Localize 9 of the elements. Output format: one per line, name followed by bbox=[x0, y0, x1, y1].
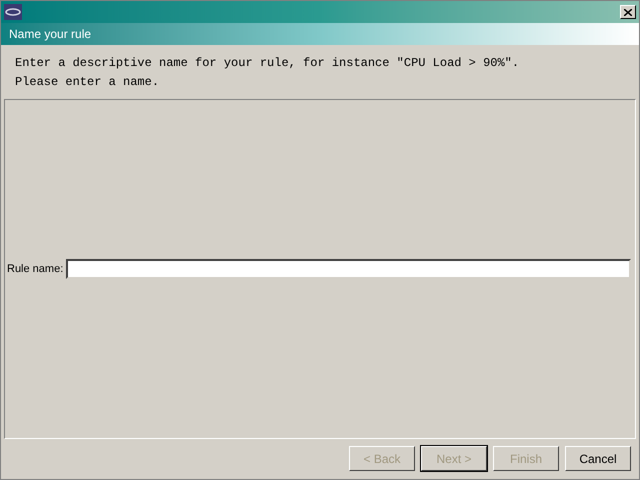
banner-title: Name your rule bbox=[9, 26, 92, 43]
close-button[interactable] bbox=[620, 5, 636, 19]
close-icon bbox=[624, 8, 632, 16]
description-text: Enter a descriptive name for your rule, for instance "CPU Load > 90%". bbox=[15, 55, 520, 72]
rule-name-label: Rule name: bbox=[7, 262, 64, 277]
description-text: Please enter a name. bbox=[15, 74, 160, 91]
rule-name-field[interactable] bbox=[66, 259, 631, 279]
app-icon bbox=[4, 4, 22, 20]
dialog-button[interactable]: Cancel bbox=[565, 446, 631, 471]
